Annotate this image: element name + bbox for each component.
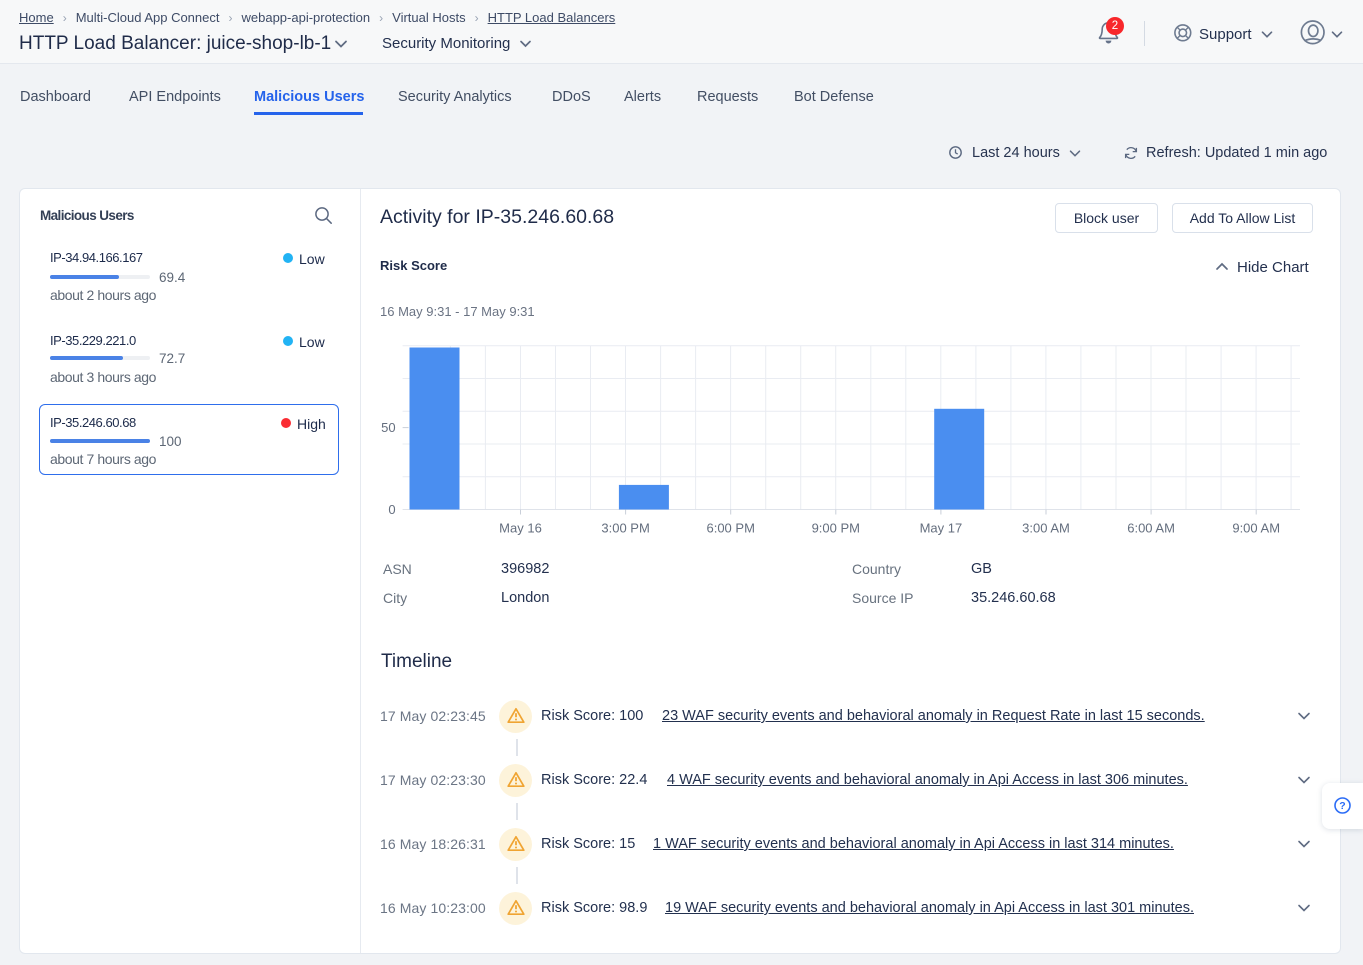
svg-text:May 17: May 17	[920, 521, 963, 536]
svg-text:3:00 AM: 3:00 AM	[1022, 521, 1070, 536]
svg-text:3:00 PM: 3:00 PM	[601, 521, 649, 536]
svg-text:9:00 AM: 9:00 AM	[1232, 521, 1280, 536]
svg-text:?: ?	[1339, 800, 1345, 812]
svg-text:0: 0	[388, 502, 395, 517]
svg-text:6:00 AM: 6:00 AM	[1127, 521, 1175, 536]
svg-text:6:00 PM: 6:00 PM	[706, 521, 754, 536]
svg-text:May 16: May 16	[499, 521, 542, 536]
svg-text:9:00 PM: 9:00 PM	[812, 521, 860, 536]
svg-text:50: 50	[381, 420, 395, 435]
